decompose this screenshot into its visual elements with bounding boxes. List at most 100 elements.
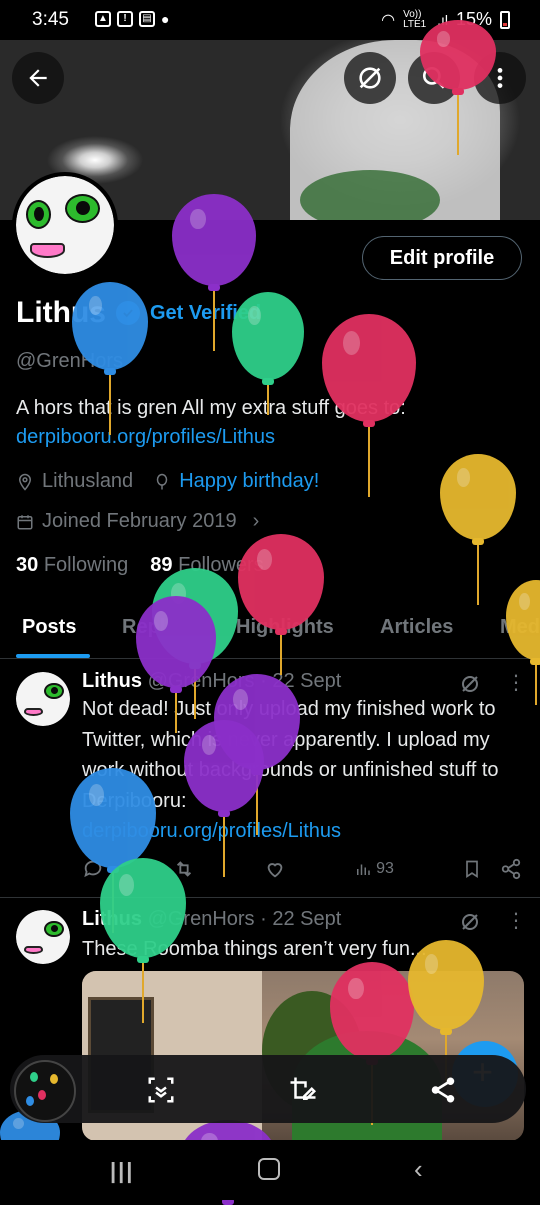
balloon xyxy=(232,292,304,415)
balloon-string xyxy=(457,95,459,155)
bookmark-icon[interactable] xyxy=(462,858,482,880)
balloon xyxy=(322,314,416,497)
post-extra-actions xyxy=(462,858,522,880)
balloon-knot xyxy=(170,686,182,693)
balloon-shine xyxy=(247,306,261,326)
recents-icon[interactable]: ||| xyxy=(110,1158,134,1184)
profile-avatar[interactable] xyxy=(12,172,118,278)
profile-bio: A hors that is gren All my extra stuff g… xyxy=(16,394,526,452)
post-avatar-image xyxy=(16,910,70,964)
gallery-notification-icon: ▲ xyxy=(95,11,111,27)
balloon-body xyxy=(72,282,148,370)
balloon xyxy=(184,720,264,877)
avatar-mouth xyxy=(23,945,43,955)
screenshot-thumbnail[interactable] xyxy=(14,1060,76,1122)
avatar-eye xyxy=(44,920,64,937)
balloon-knot xyxy=(363,420,375,427)
dot-icon: ● xyxy=(161,11,170,27)
post-avatar-image xyxy=(16,672,70,726)
grok-icon[interactable] xyxy=(458,672,482,696)
status-time: 3:45 xyxy=(32,9,69,30)
birthday-text[interactable]: Happy birthday! xyxy=(179,470,319,493)
avatar-pupil xyxy=(76,201,91,216)
thumb-balloon xyxy=(26,1096,34,1106)
post-more-icon[interactable]: ⋮ xyxy=(506,908,526,933)
balloon-body xyxy=(136,596,216,688)
balloon-body xyxy=(420,20,496,90)
battery-icon xyxy=(500,10,510,29)
balloon-knot xyxy=(440,1028,452,1035)
scroll-capture-icon[interactable] xyxy=(146,1075,176,1105)
post-avatar[interactable] xyxy=(16,910,70,964)
share-icon[interactable] xyxy=(428,1075,458,1105)
balloon-string xyxy=(477,545,479,605)
balloon-body xyxy=(238,534,324,630)
balloon-body xyxy=(322,314,416,422)
avatar-eye xyxy=(44,682,64,699)
screenshot-toolbar xyxy=(10,1055,526,1123)
home-icon[interactable] xyxy=(258,1158,280,1186)
avatar-image xyxy=(16,176,114,274)
avatar-mouth xyxy=(23,707,43,717)
balloon-string xyxy=(223,817,225,877)
balloon-shine xyxy=(201,734,216,755)
post-more-icon[interactable]: ⋮ xyxy=(506,670,526,695)
balloon-body xyxy=(232,292,304,380)
balloon-shine xyxy=(348,977,364,1000)
like-icon[interactable] xyxy=(264,858,286,880)
grok-icon[interactable] xyxy=(458,910,482,934)
avatar-pupil-left xyxy=(34,207,44,222)
balloon-shine xyxy=(424,954,439,975)
share-icon[interactable] xyxy=(500,858,522,880)
bio-text: A hors that is gren All my extra stuff g… xyxy=(16,397,406,419)
joined-text: Joined February 2019 xyxy=(42,510,237,532)
edit-profile-button[interactable]: Edit profile xyxy=(362,236,522,280)
thumb-balloon xyxy=(30,1072,38,1082)
location-text: Lithusland xyxy=(42,470,134,492)
tab-posts[interactable]: Posts xyxy=(22,616,76,639)
views-count: 93 xyxy=(376,860,394,877)
android-nav-bar: ||| ‹ xyxy=(0,1140,540,1200)
following-link[interactable]: 30 Following xyxy=(16,554,128,577)
balloon-shine xyxy=(342,331,360,356)
balloon-shine xyxy=(519,592,530,611)
balloon xyxy=(408,940,484,1085)
back-nav-icon[interactable]: ‹ xyxy=(414,1154,423,1185)
joined-row[interactable]: Joined February 2019 › xyxy=(16,510,259,533)
post-date: · 22 Sept xyxy=(260,908,342,930)
avatar-pupil xyxy=(50,687,58,695)
back-button[interactable] xyxy=(12,52,64,104)
balloon-shine xyxy=(190,208,206,229)
balloon-knot xyxy=(275,628,287,635)
profile-meta: Lithusland Happy birthday! xyxy=(16,470,319,493)
balloon-string xyxy=(535,665,537,705)
grok-icon xyxy=(359,67,381,89)
following-label: Following xyxy=(43,554,129,576)
balloon xyxy=(238,534,324,675)
bio-link[interactable]: derpibooru.org/profiles/Lithus xyxy=(16,423,526,452)
balloon-body xyxy=(408,940,484,1030)
post-avatar[interactable] xyxy=(16,672,70,726)
balloon-string xyxy=(368,427,370,497)
balloon-body xyxy=(172,194,256,286)
wifi-icon: ◠ xyxy=(381,11,396,29)
balloon-body xyxy=(330,962,414,1060)
balloon-body xyxy=(184,720,264,812)
tab-articles[interactable]: Articles xyxy=(380,616,453,639)
crop-edit-icon[interactable] xyxy=(288,1075,318,1105)
balloon-shine xyxy=(456,467,471,487)
balloon-shine xyxy=(88,784,105,806)
thumb-balloon xyxy=(38,1090,46,1100)
balloon xyxy=(172,194,256,351)
balloon-knot xyxy=(262,378,274,385)
balloon-shine xyxy=(256,549,273,571)
following-count: 30 xyxy=(16,554,39,576)
arrow-left-icon xyxy=(29,69,47,87)
calendar-icon xyxy=(17,514,33,529)
grok-button[interactable] xyxy=(344,52,396,104)
balloon-shine xyxy=(436,31,451,47)
avatar-pupil xyxy=(50,925,58,933)
balloon-shine xyxy=(118,874,135,896)
views-item[interactable]: 93 xyxy=(354,860,394,878)
alert-notification-icon: ! xyxy=(117,11,133,27)
